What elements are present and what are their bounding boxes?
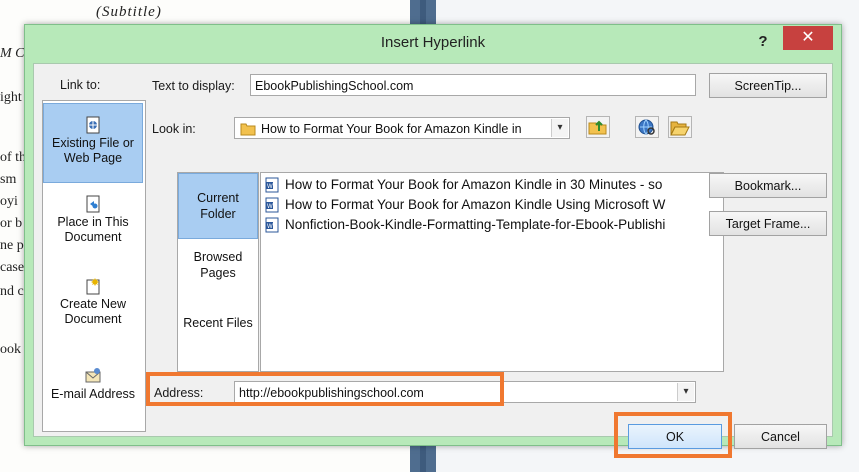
- look-in-value: How to Format Your Book for Amazon Kindl…: [261, 122, 522, 136]
- document-text-fragment: or b: [0, 216, 23, 231]
- open-folder-icon: [670, 121, 690, 136]
- list-item[interactable]: W How to Format Your Book for Amazon Kind…: [265, 195, 723, 215]
- existing-file-icon: [84, 116, 102, 134]
- cancel-button[interactable]: Cancel: [734, 424, 827, 449]
- document-text-fragment: sm: [0, 172, 17, 187]
- document-subtitle: (Subtitle): [96, 4, 162, 20]
- file-name: Nonfiction-Book-Kindle-Formatting-Templa…: [285, 217, 666, 232]
- link-to-email-label: E-mail Address: [50, 387, 136, 401]
- globe-icon: [638, 119, 655, 135]
- tab-current-folder[interactable]: Current Folder: [178, 173, 258, 239]
- address-highlight: [146, 372, 504, 406]
- document-text-fragment: ight: [0, 90, 22, 105]
- target-frame-button[interactable]: Target Frame...: [709, 211, 827, 236]
- place-in-document-icon: [84, 195, 102, 213]
- folder-icon: [240, 123, 256, 136]
- document-text-fragment: ook: [0, 342, 21, 357]
- ok-highlight: [614, 412, 732, 458]
- look-in-dropdown-arrow[interactable]: ▾: [551, 119, 568, 137]
- address-dropdown-arrow[interactable]: ▾: [677, 383, 694, 401]
- file-name: How to Format Your Book for Amazon Kindl…: [285, 197, 666, 212]
- text-to-display-input[interactable]: EbookPublishingSchool.com: [250, 74, 696, 96]
- close-button[interactable]: ✕: [783, 26, 833, 50]
- document-text-fragment: ne p: [0, 238, 24, 253]
- browse-web-button[interactable]: [635, 116, 659, 138]
- up-folder-icon: [588, 120, 607, 135]
- document-text-fragment: oyi: [0, 194, 18, 209]
- document-text-fragment: M C: [0, 46, 25, 61]
- word-document-icon: W: [265, 217, 279, 233]
- link-to-new-document[interactable]: Create New Document: [43, 277, 143, 349]
- link-to-place-in-document[interactable]: Place in This Document: [43, 195, 143, 267]
- tab-browsed-pages[interactable]: Browsed Pages: [178, 249, 258, 299]
- new-document-icon: [84, 277, 102, 295]
- link-to-existing-file[interactable]: Existing File or Web Page: [43, 103, 143, 183]
- browse-file-button[interactable]: [668, 116, 692, 138]
- document-text-fragment: nd c: [0, 284, 24, 299]
- dialog-titlebar[interactable]: Insert Hyperlink ? ✕: [25, 25, 841, 61]
- svg-text:W: W: [267, 184, 273, 190]
- email-icon: [84, 367, 102, 385]
- look-in-label: Look in:: [152, 122, 196, 136]
- link-to-email-address[interactable]: E-mail Address: [43, 367, 143, 427]
- insert-hyperlink-dialog: Insert Hyperlink ? ✕ Link to: Existing F…: [24, 24, 842, 458]
- link-to-label: Link to:: [60, 78, 101, 92]
- tab-recent-files[interactable]: Recent Files: [178, 315, 258, 365]
- word-document-icon: W: [265, 177, 279, 193]
- file-name: How to Format Your Book for Amazon Kindl…: [285, 177, 663, 192]
- svg-text:W: W: [267, 204, 273, 210]
- list-item[interactable]: W Nonfiction-Book-Kindle-Formatting-Templ…: [265, 215, 723, 235]
- dialog-body: Link to: Existing File or Web Page Place…: [33, 63, 833, 458]
- word-document-icon: W: [265, 197, 279, 213]
- tab-browsed-pages-label: Browsed Pages: [193, 250, 243, 280]
- look-in-dropdown[interactable]: How to Format Your Book for Amazon Kindl…: [234, 117, 570, 139]
- bookmark-button[interactable]: Bookmark...: [709, 173, 827, 198]
- up-folder-button[interactable]: [586, 116, 610, 138]
- file-list[interactable]: W How to Format Your Book for Amazon Kind…: [260, 172, 724, 372]
- screentip-button[interactable]: ScreenTip...: [709, 73, 827, 98]
- tab-recent-files-label: Recent Files: [183, 316, 253, 330]
- list-item[interactable]: W How to Format Your Book for Amazon Kind…: [265, 175, 723, 195]
- document-text-fragment: case: [0, 260, 25, 275]
- text-to-display-label: Text to display:: [152, 79, 235, 93]
- help-button[interactable]: ?: [751, 30, 775, 54]
- svg-text:W: W: [267, 224, 273, 230]
- link-to-existing-file-label: Existing File or Web Page: [52, 136, 134, 165]
- look-in-tabs: Current Folder Browsed Pages Recent File…: [177, 172, 259, 372]
- link-to-new-document-label: Create New Document: [60, 297, 126, 326]
- dialog-title: Insert Hyperlink: [380, 34, 486, 51]
- tab-current-folder-label: Current Folder: [197, 191, 239, 221]
- document-text-fragment: of th: [0, 150, 27, 165]
- link-to-panel: Existing File or Web Page Place in This …: [42, 100, 146, 432]
- link-to-place-in-document-label: Place in This Document: [57, 215, 129, 244]
